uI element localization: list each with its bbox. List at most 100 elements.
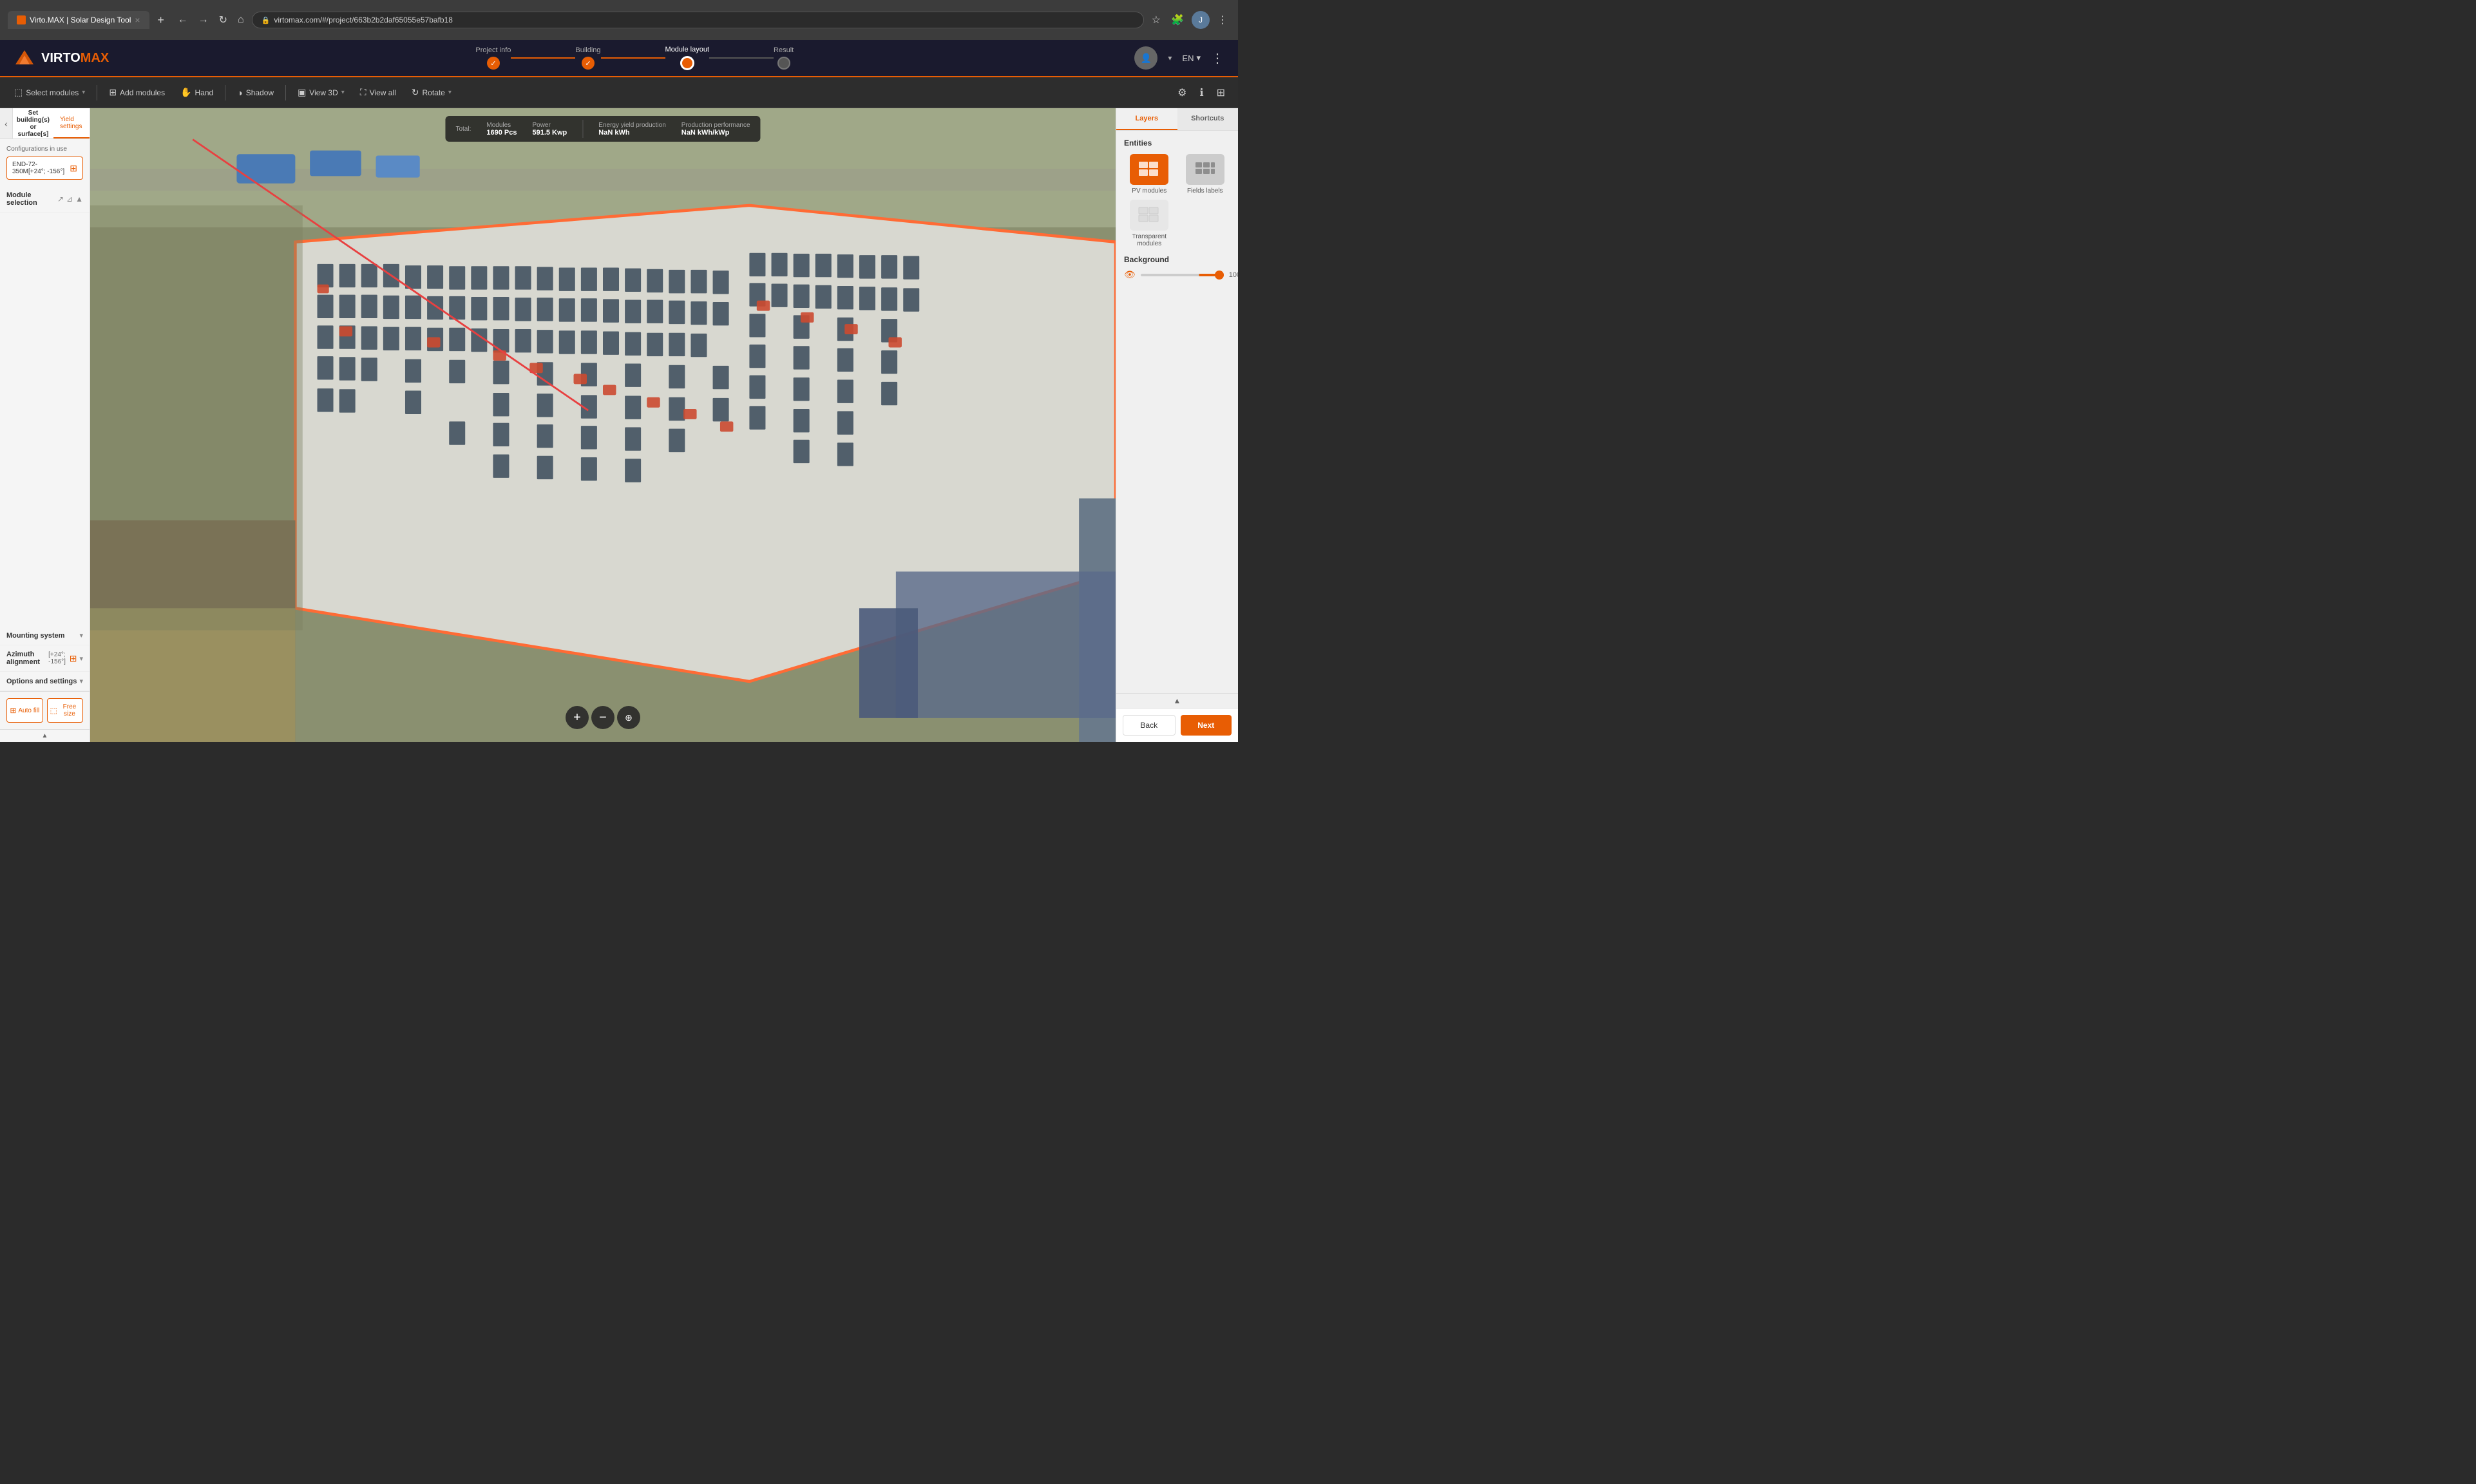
step-connector-1 bbox=[601, 57, 665, 59]
module-filter-icon[interactable]: ⊿ bbox=[66, 195, 73, 204]
satellite-svg: ↖ bbox=[90, 108, 1116, 742]
mounting-label: Mounting system bbox=[6, 632, 64, 640]
forward-nav-btn[interactable]: → bbox=[196, 12, 211, 28]
fields-labels-icon-box bbox=[1186, 154, 1224, 185]
stats-modules-label: Modules bbox=[486, 122, 517, 129]
step-result[interactable]: Result bbox=[774, 46, 794, 70]
zoom-target-btn[interactable]: ⊕ bbox=[617, 706, 640, 729]
layers-toolbar-btn[interactable]: ⊞ bbox=[1212, 82, 1230, 103]
background-control: 👁 100% bbox=[1124, 269, 1230, 280]
profile-btn[interactable]: J bbox=[1192, 11, 1210, 29]
extensions-btn[interactable]: 🧩 bbox=[1168, 11, 1186, 29]
hand-btn[interactable]: ✋ Hand bbox=[174, 83, 220, 102]
background-visibility-btn[interactable]: 👁 bbox=[1124, 269, 1136, 280]
azimuth-icon: ⊞ bbox=[70, 653, 77, 664]
logo-icon bbox=[13, 46, 36, 70]
lang-chevron: ▾ bbox=[1196, 53, 1201, 63]
browser-chrome: Virto.MAX | Solar Design Tool × + ← → ↻ … bbox=[0, 0, 1238, 40]
step-module-layout[interactable]: Module layout bbox=[665, 46, 710, 70]
map-view[interactable]: ↖ Total: Modules 1690 Pcs Power 591.5 Kw… bbox=[90, 108, 1116, 742]
module-selection-header[interactable]: Module selection ↗ ⊿ ▲ bbox=[0, 186, 90, 213]
settings-btn[interactable]: ⚙ bbox=[1172, 82, 1192, 103]
stats-energy-value: NaN kWh bbox=[598, 129, 666, 137]
configurations-label: Configurations in use bbox=[6, 146, 83, 153]
azimuth-label: Azimuth alignment bbox=[6, 651, 48, 666]
shortcuts-tab-label: Shortcuts bbox=[1191, 115, 1224, 122]
entities-title: Entities bbox=[1124, 138, 1230, 147]
yield-settings-tab[interactable]: Yield settings bbox=[53, 108, 90, 138]
add-modules-btn[interactable]: ⊞ Add modules bbox=[102, 83, 171, 102]
stats-energy-label: Energy yield production bbox=[598, 122, 666, 129]
app-header: VIRTOMAX Project info ✓ Building ✓ Modul… bbox=[0, 40, 1238, 77]
stats-modules-value: 1690 Pcs bbox=[486, 129, 517, 137]
next-btn[interactable]: Next bbox=[1181, 715, 1232, 736]
tab-close-btn[interactable]: × bbox=[135, 15, 140, 25]
stats-energy-group: Energy yield production NaN kWh bbox=[598, 122, 666, 137]
app-menu-btn[interactable]: ⋮ bbox=[1211, 50, 1225, 66]
avatar-chevron[interactable]: ▾ bbox=[1168, 53, 1172, 62]
step-dot-3 bbox=[777, 57, 790, 70]
zoom-in-btn[interactable]: + bbox=[566, 706, 589, 729]
mounting-system-section[interactable]: Mounting system ▾ bbox=[0, 626, 90, 645]
step-label-1: Building bbox=[575, 46, 600, 54]
info-btn[interactable]: ℹ bbox=[1195, 82, 1209, 103]
right-panel-collapse-btn[interactable]: ▲ bbox=[1116, 693, 1238, 708]
url-bar[interactable]: 🔒 virtomax.com/#/project/663b2b2daf65055… bbox=[252, 12, 1144, 28]
azimuth-section[interactable]: Azimuth alignment [+24°; -156°] ⊞ ▾ bbox=[0, 645, 90, 672]
bookmark-btn[interactable]: ☆ bbox=[1149, 11, 1163, 29]
config-card[interactable]: END-72-350M[+24°; -156°] ⊞ bbox=[6, 157, 83, 180]
stats-bar: Total: Modules 1690 Pcs Power 591.5 Kwp … bbox=[445, 116, 760, 142]
home-btn[interactable]: ⌂ bbox=[235, 12, 247, 28]
back-btn[interactable]: Back bbox=[1123, 715, 1176, 736]
shortcuts-tab[interactable]: Shortcuts bbox=[1177, 108, 1239, 130]
free-size-btn[interactable]: ⬚ Free size bbox=[47, 698, 84, 723]
left-panel-collapse-btn[interactable]: ▲ bbox=[0, 729, 90, 742]
right-panel-content: Entities PV modules bbox=[1116, 131, 1238, 693]
user-avatar[interactable]: 👤 bbox=[1134, 46, 1157, 70]
fields-labels-label: Fields labels bbox=[1187, 187, 1223, 195]
back-nav-btn[interactable]: ← bbox=[175, 12, 191, 28]
transparent-modules-layer[interactable]: Transparent modules bbox=[1124, 200, 1175, 247]
view-3d-icon: ▣ bbox=[298, 87, 306, 98]
module-collapse-icon[interactable]: ▲ bbox=[75, 195, 83, 204]
view-3d-btn[interactable]: ▣ View 3D ▾ bbox=[291, 83, 351, 102]
new-tab-btn[interactable]: + bbox=[152, 11, 170, 29]
step-dot-1: ✓ bbox=[582, 57, 595, 70]
shadow-btn[interactable]: ◑ Shadow bbox=[231, 84, 280, 102]
transparent-modules-label: Transparent modules bbox=[1124, 233, 1175, 247]
step-dot-0: ✓ bbox=[487, 57, 500, 70]
select-modules-btn[interactable]: ⬚ Select modules ▾ bbox=[8, 83, 91, 102]
menu-btn[interactable]: ⋮ bbox=[1215, 11, 1230, 29]
left-panel-back-btn[interactable]: ‹ bbox=[0, 108, 13, 138]
auto-fill-icon: ⊞ bbox=[10, 706, 16, 715]
mounting-chevron: ▾ bbox=[79, 631, 83, 640]
step-building[interactable]: Building ✓ bbox=[575, 46, 600, 70]
add-modules-icon: ⊞ bbox=[109, 87, 117, 98]
refresh-btn[interactable]: ↻ bbox=[216, 11, 230, 29]
stats-power-label: Power bbox=[532, 122, 567, 129]
module-export-icon[interactable]: ↗ bbox=[57, 195, 64, 204]
stats-power-value: 591.5 Kwp bbox=[532, 129, 567, 137]
language-selector[interactable]: EN ▾ bbox=[1182, 53, 1201, 63]
pv-modules-layer[interactable]: PV modules bbox=[1124, 154, 1175, 195]
options-section[interactable]: Options and settings ▾ bbox=[0, 672, 90, 691]
background-opacity-slider[interactable] bbox=[1141, 274, 1224, 276]
view3d-chevron: ▾ bbox=[341, 89, 345, 96]
fields-labels-icon bbox=[1194, 160, 1217, 178]
auto-fill-btn[interactable]: ⊞ Auto fill bbox=[6, 698, 43, 723]
step-dot-2 bbox=[680, 56, 694, 70]
lang-value: EN bbox=[1182, 53, 1194, 63]
left-panel-title-text: Set building(s) or surface[s] bbox=[13, 108, 53, 138]
stats-performance-group: Production performance NaN kWh/kWp bbox=[681, 122, 750, 137]
layers-tab[interactable]: Layers bbox=[1116, 108, 1177, 130]
free-size-label: Free size bbox=[59, 703, 80, 718]
view-all-btn[interactable]: ⛶ View all bbox=[354, 83, 403, 102]
active-tab[interactable]: Virto.MAX | Solar Design Tool × bbox=[8, 11, 149, 29]
zoom-out-btn[interactable]: − bbox=[591, 706, 614, 729]
fields-labels-layer[interactable]: Fields labels bbox=[1180, 154, 1231, 195]
azimuth-value-text: [+24°; -156°] bbox=[48, 651, 67, 665]
step-project-info[interactable]: Project info ✓ bbox=[475, 46, 511, 70]
rotate-btn[interactable]: ↻ Rotate ▾ bbox=[405, 83, 458, 102]
transparent-modules-icon-box bbox=[1130, 200, 1168, 231]
auto-fill-label: Auto fill bbox=[18, 707, 39, 714]
